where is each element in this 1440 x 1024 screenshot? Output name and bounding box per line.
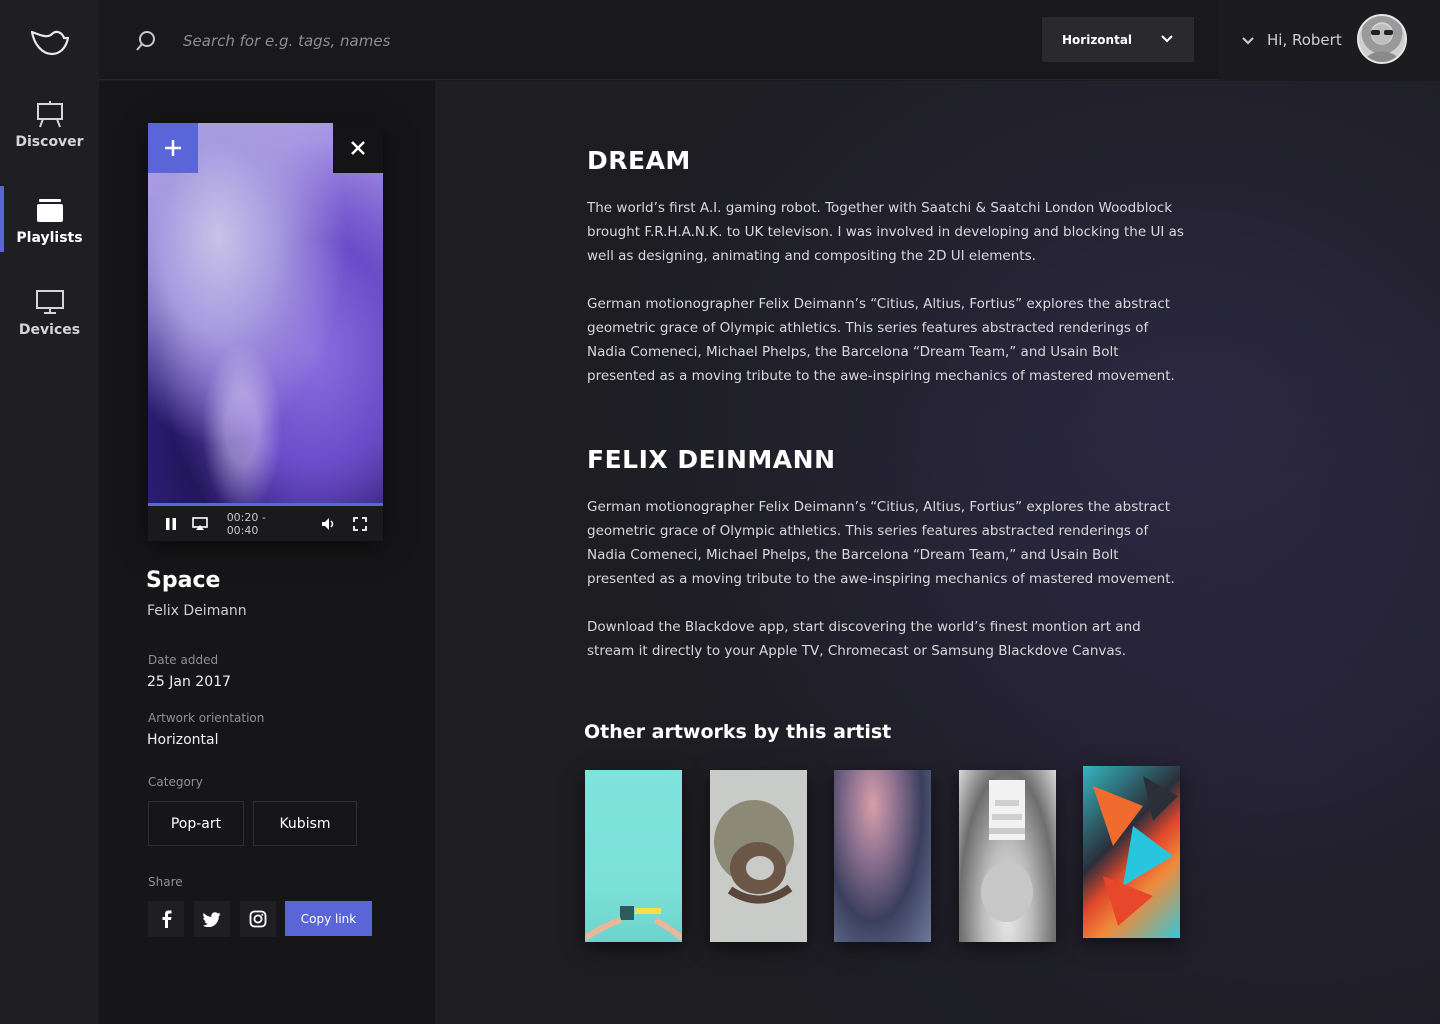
share-label: Share bbox=[148, 875, 183, 889]
main-content: DREAM The world’s first A.I. gaming robo… bbox=[435, 81, 1440, 1024]
other-artworks-title: Other artworks by this artist bbox=[584, 721, 892, 743]
pause-icon[interactable] bbox=[162, 515, 179, 533]
add-to-playlist-button[interactable] bbox=[148, 123, 198, 173]
date-added-label: Date added bbox=[148, 653, 219, 667]
facebook-icon[interactable] bbox=[148, 901, 184, 937]
artwork-panel: 00:20 - 00:40 Space Felix Deimann Date a… bbox=[99, 81, 435, 1024]
nav-item-discover[interactable]: Discover bbox=[0, 100, 99, 170]
section-paragraph: German motionographer Felix Deimann’s “C… bbox=[587, 296, 1175, 384]
top-bar: Horizontal bbox=[99, 0, 1219, 80]
search-input[interactable] bbox=[183, 26, 683, 56]
artwork-thumbnail[interactable] bbox=[834, 770, 931, 942]
nav-label-discover: Discover bbox=[15, 134, 84, 150]
volume-icon[interactable] bbox=[320, 515, 337, 533]
artwork-title: Space bbox=[146, 568, 221, 593]
player-controls: 00:20 - 00:40 bbox=[148, 506, 383, 541]
easel-icon bbox=[35, 100, 65, 128]
category-kubism[interactable]: Kubism bbox=[253, 801, 357, 846]
nav-label-devices: Devices bbox=[18, 322, 81, 338]
section-paragraph: The world’s first A.I. gaming robot. Tog… bbox=[587, 200, 1184, 264]
artwork-thumbnail[interactable] bbox=[1083, 766, 1180, 938]
airplay-icon[interactable] bbox=[191, 515, 208, 533]
left-nav: Discover Playlists Devices bbox=[0, 0, 99, 1024]
section-paragraph: Download the Blackdove app, start discov… bbox=[587, 619, 1141, 659]
video-player: 00:20 - 00:40 bbox=[148, 123, 383, 541]
user-menu[interactable]: Hi, Robert bbox=[1219, 0, 1440, 80]
folder-icon bbox=[35, 196, 65, 224]
artwork-thumbnail[interactable] bbox=[583, 770, 684, 942]
video-time: 00:20 - 00:40 bbox=[226, 510, 266, 537]
monitor-icon bbox=[35, 288, 65, 316]
orientation-label: Artwork orientation bbox=[148, 711, 265, 725]
blackdove-logo-icon[interactable] bbox=[28, 24, 72, 60]
chevron-down-icon bbox=[1160, 33, 1174, 47]
category-pop-art[interactable]: Pop-art bbox=[148, 801, 244, 846]
artwork-thumbnail[interactable] bbox=[710, 770, 807, 942]
section-paragraph: German motionographer Felix Deimann’s “C… bbox=[587, 499, 1175, 587]
fullscreen-icon[interactable] bbox=[352, 515, 369, 533]
nav-item-playlists[interactable]: Playlists bbox=[0, 186, 99, 266]
artwork-artist[interactable]: Felix Deimann bbox=[147, 603, 247, 619]
category-label: Category bbox=[148, 775, 203, 789]
user-greeting: Hi, Robert bbox=[1267, 31, 1342, 49]
nav-label-playlists: Playlists bbox=[16, 230, 83, 246]
date-added-value: 25 Jan 2017 bbox=[147, 674, 231, 690]
avatar[interactable] bbox=[1357, 14, 1407, 64]
chevron-down-icon bbox=[1241, 33, 1255, 47]
search-icon bbox=[135, 30, 157, 52]
nav-item-devices[interactable]: Devices bbox=[0, 288, 99, 358]
section-title-dream: DREAM bbox=[587, 146, 691, 175]
orientation-select-value: Horizontal bbox=[1062, 32, 1133, 47]
twitter-icon[interactable] bbox=[194, 901, 230, 937]
orientation-select[interactable]: Horizontal bbox=[1042, 17, 1194, 62]
close-button[interactable] bbox=[333, 123, 383, 173]
copy-link-button[interactable]: Copy link bbox=[285, 901, 372, 936]
section-title-artist: FELIX DEINMANN bbox=[587, 445, 836, 474]
artwork-thumbnail[interactable] bbox=[959, 770, 1056, 942]
video-frame[interactable] bbox=[148, 123, 383, 505]
orientation-value: Horizontal bbox=[147, 732, 219, 748]
instagram-icon[interactable] bbox=[240, 901, 276, 937]
